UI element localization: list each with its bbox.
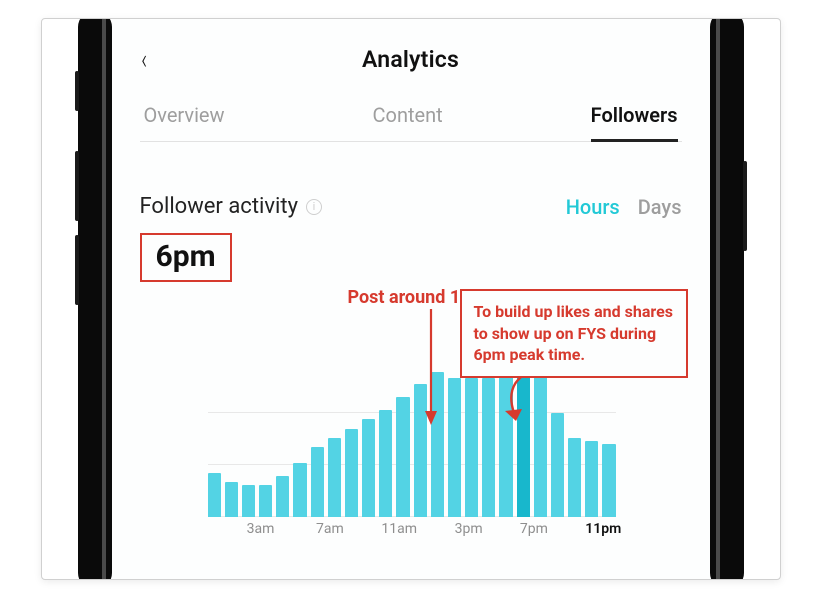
chart-bar[interactable] <box>585 441 598 517</box>
chart-bar[interactable] <box>242 485 255 517</box>
chart-bar[interactable] <box>345 429 358 517</box>
chart-bar[interactable] <box>379 410 392 517</box>
chart-bar[interactable] <box>396 397 409 517</box>
peak-time-highlight: 6pm <box>140 233 232 282</box>
chart-bar[interactable] <box>328 438 341 517</box>
annotation-explain-box: To build up likes and shares to show up … <box>460 289 688 378</box>
x-tick-label: 7pm <box>520 521 548 537</box>
chart-bar[interactable] <box>568 438 581 517</box>
chart-bar[interactable] <box>482 378 495 517</box>
chart-bar[interactable] <box>414 384 427 517</box>
header: ‹ Analytics <box>140 41 682 77</box>
toggle-days[interactable]: Days <box>638 195 682 219</box>
chart-bar[interactable] <box>293 463 306 517</box>
x-tick-label: 7am <box>316 521 344 537</box>
x-tick-label: 11pm <box>585 521 621 537</box>
info-icon[interactable]: i <box>306 199 322 215</box>
toggle-hours[interactable]: Hours <box>566 195 620 219</box>
screenshot-card: ‹ Analytics Overview Content Followers F… <box>41 18 781 580</box>
back-button[interactable]: ‹ <box>141 43 147 76</box>
chart-bar[interactable] <box>225 482 238 517</box>
chart-bar[interactable] <box>362 419 375 517</box>
chart-bar[interactable] <box>276 476 289 517</box>
chart-bar[interactable] <box>602 444 615 517</box>
follower-activity-row: Follower activity i Hours Days <box>140 194 682 219</box>
chart-bar[interactable] <box>499 372 512 517</box>
phone-frame-right <box>710 18 744 580</box>
x-tick-label: 3am <box>247 521 275 537</box>
x-tick-label: 3pm <box>455 521 483 537</box>
chart-bar[interactable] <box>208 473 221 517</box>
time-toggle: Hours Days <box>566 195 682 219</box>
chart-bar[interactable] <box>465 378 478 517</box>
phone-screen: ‹ Analytics Overview Content Followers F… <box>112 19 710 579</box>
chart-bar[interactable] <box>259 485 272 517</box>
chart-bar[interactable] <box>311 447 324 517</box>
chart-bar[interactable] <box>517 359 530 517</box>
phone-frame-left <box>78 18 112 580</box>
tab-followers[interactable]: Followers <box>591 103 678 142</box>
page-title: Analytics <box>362 46 459 73</box>
chart-bar[interactable] <box>551 413 564 517</box>
chart-bar[interactable] <box>534 375 547 517</box>
follower-activity-label: Follower activity <box>140 194 298 219</box>
chart-bar[interactable] <box>448 378 461 517</box>
tabs: Overview Content Followers <box>140 103 682 142</box>
chart-bar[interactable] <box>431 372 444 517</box>
tab-content[interactable]: Content <box>373 103 443 142</box>
follower-activity-chart: 3am7am11am3pm7pm11pm <box>208 359 616 535</box>
tab-overview[interactable]: Overview <box>144 103 225 142</box>
x-tick-label: 11am <box>381 521 417 537</box>
